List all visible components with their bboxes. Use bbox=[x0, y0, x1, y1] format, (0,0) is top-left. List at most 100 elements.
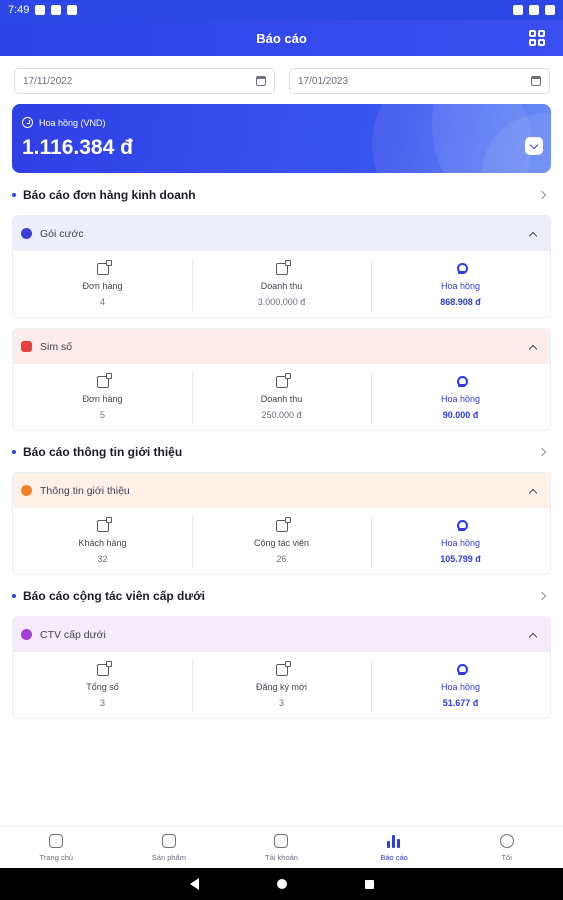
nav-item-me[interactable]: Tôi bbox=[450, 827, 563, 868]
stat-value: 250.000 đ bbox=[261, 410, 302, 420]
page-title: Báo cáo bbox=[256, 30, 307, 46]
stat-revenue: Doanh thu 250.000 đ bbox=[192, 364, 371, 430]
stat-label: Đơn hàng bbox=[82, 281, 123, 291]
nav-label: Tài khoản bbox=[265, 852, 298, 862]
group-subagents: CTV cấp dưới Tổng số 3 Đăng ký mới 3 Hoa… bbox=[12, 616, 551, 719]
nav-label: Tôi bbox=[501, 852, 512, 862]
stat-value: 3 bbox=[278, 698, 284, 708]
app-notification-icon bbox=[51, 5, 62, 15]
date-range: 17/11/2022 17/01/2023 bbox=[14, 68, 550, 94]
recents-icon[interactable] bbox=[364, 879, 374, 889]
stat-label: Đăng ký mới bbox=[256, 682, 307, 692]
stat-customers: Khách hàng 32 bbox=[13, 508, 192, 574]
bullet-icon bbox=[12, 594, 16, 598]
wallet-icon bbox=[274, 833, 289, 848]
stat-value: 90.000 đ bbox=[442, 410, 479, 420]
chevron-right-icon bbox=[537, 190, 547, 200]
stat-label: Hoa hồng bbox=[440, 538, 481, 548]
wifi-icon bbox=[513, 5, 523, 15]
user-icon bbox=[499, 833, 514, 848]
chart-icon bbox=[387, 834, 401, 848]
grid-menu-icon[interactable] bbox=[529, 30, 545, 46]
section-business-report[interactable]: Báo cáo đơn hàng kinh doanh bbox=[12, 185, 551, 205]
chevron-right-icon bbox=[537, 591, 547, 601]
date-to-value: 17/01/2023 bbox=[298, 75, 349, 87]
document-icon bbox=[96, 373, 112, 388]
stat-value: 4 bbox=[99, 297, 105, 307]
users-icon bbox=[21, 629, 32, 640]
document-icon bbox=[96, 260, 112, 275]
stat-commission: Hoa hồng 868.908 đ bbox=[371, 251, 550, 317]
chevron-up-icon bbox=[528, 488, 538, 497]
group-title: CTV cấp dưới bbox=[40, 628, 106, 641]
commission-summary-card: Hoa hồng (VND) 1.116.384 đ bbox=[12, 104, 551, 173]
stat-value: 3 bbox=[99, 698, 105, 708]
bullet-icon bbox=[12, 450, 16, 454]
notification-icon bbox=[35, 5, 46, 15]
battery-icon bbox=[545, 5, 555, 15]
nav-label: Báo cáo bbox=[380, 852, 408, 862]
storage-icon bbox=[67, 5, 78, 15]
stat-total: Tổng số 3 bbox=[13, 652, 192, 718]
document-icon bbox=[96, 661, 112, 676]
group-header[interactable]: CTV cấp dưới bbox=[13, 617, 550, 652]
system-nav-bar bbox=[0, 868, 563, 900]
back-icon[interactable] bbox=[189, 878, 199, 890]
nav-item-account[interactable]: Tài khoản bbox=[225, 827, 338, 868]
stat-value: 32 bbox=[97, 554, 108, 564]
chevron-up-icon bbox=[528, 632, 538, 641]
stat-value: 105.799 đ bbox=[440, 554, 481, 564]
date-to-field[interactable]: 17/01/2023 bbox=[289, 68, 550, 94]
stat-label: Khách hàng bbox=[78, 538, 127, 548]
commission-label: Hoa hồng (VND) bbox=[39, 117, 106, 128]
stat-collaborators: Cộng tác viên 26 bbox=[192, 508, 371, 574]
stat-label: Doanh thu bbox=[260, 394, 303, 404]
section-subagent-report[interactable]: Báo cáo cộng tác viên cấp dưới bbox=[12, 586, 551, 606]
group-sim: Sim số Đơn hàng 5 Doanh thu 250.000 đ Ho… bbox=[12, 328, 551, 431]
sim-card-icon bbox=[21, 341, 32, 352]
group-title: Thông tin giới thiệu bbox=[40, 484, 130, 497]
nav-label: Sản phẩm bbox=[151, 852, 186, 862]
date-from-field[interactable]: 17/11/2022 bbox=[14, 68, 275, 94]
date-from-value: 17/11/2022 bbox=[23, 75, 73, 87]
stat-new-signups: Đăng ký mới 3 bbox=[192, 652, 371, 718]
expand-button[interactable] bbox=[525, 137, 543, 155]
app-bar: Báo cáo bbox=[0, 20, 563, 56]
stat-label: Hoa hồng bbox=[440, 682, 481, 692]
commission-amount: 1.116.384 đ bbox=[22, 136, 133, 159]
stat-commission: Hoa hồng 51.677 đ bbox=[371, 652, 550, 718]
group-header[interactable]: Thông tin giới thiệu bbox=[13, 473, 550, 508]
group-title: Sim số bbox=[40, 340, 73, 353]
stat-value: 5 bbox=[99, 410, 105, 420]
nav-item-home[interactable]: Trang chủ bbox=[0, 827, 113, 868]
group-header[interactable]: Sim số bbox=[13, 329, 550, 364]
calendar-icon bbox=[531, 76, 541, 86]
coin-icon bbox=[456, 376, 468, 388]
chevron-right-icon bbox=[537, 447, 547, 457]
chevron-up-icon bbox=[528, 344, 538, 353]
stat-value: 26 bbox=[276, 554, 287, 564]
section-referral-report[interactable]: Báo cáo thông tin giới thiệu bbox=[12, 442, 551, 462]
group-package: Gói cước Đơn hàng 4 Doanh thu 3.000.000 … bbox=[12, 215, 551, 318]
section-title: Báo cáo cộng tác viên cấp dưới bbox=[23, 589, 205, 603]
home-icon bbox=[49, 833, 64, 848]
section-title: Báo cáo thông tin giới thiệu bbox=[23, 445, 183, 459]
stat-orders: Đơn hàng 5 bbox=[13, 364, 192, 430]
home-button-icon[interactable] bbox=[276, 879, 287, 889]
nav-item-products[interactable]: Sản phẩm bbox=[113, 827, 226, 868]
nav-item-reports[interactable]: Báo cáo bbox=[338, 827, 451, 868]
box-icon bbox=[161, 833, 176, 848]
receipt-icon bbox=[275, 260, 291, 275]
group-referral: Thông tin giới thiệu Khách hàng 32 Cộng … bbox=[12, 472, 551, 575]
package-icon bbox=[21, 228, 32, 239]
receipt-icon bbox=[275, 661, 291, 676]
group-header[interactable]: Gói cước bbox=[13, 216, 550, 251]
clock-icon bbox=[22, 117, 33, 128]
receipt-icon bbox=[275, 373, 291, 388]
stat-orders: Đơn hàng 4 bbox=[13, 251, 192, 317]
receipt-icon bbox=[275, 517, 291, 532]
stat-commission: Hoa hồng 105.799 đ bbox=[371, 508, 550, 574]
calendar-icon bbox=[256, 76, 266, 86]
bottom-nav: Trang chủ Sản phẩm Tài khoản Báo cáo Tôi bbox=[0, 826, 563, 868]
chevron-down-icon bbox=[529, 140, 539, 149]
